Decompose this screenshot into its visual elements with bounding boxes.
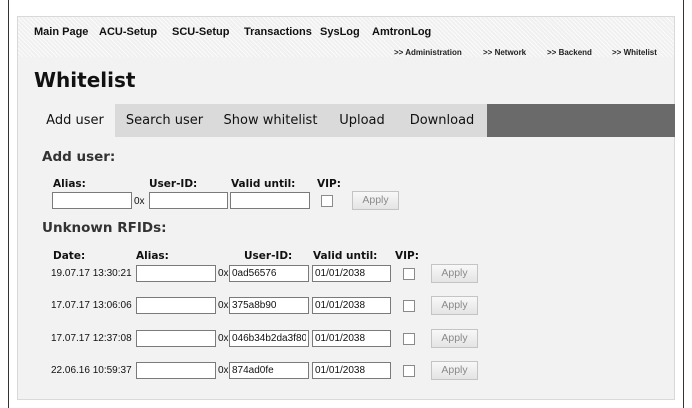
vip-header: VIP: — [395, 250, 419, 262]
subnav-network[interactable]: >> Network — [483, 48, 526, 57]
top-navigation: Main Page ACU-Setup SCU-Setup Transactio… — [18, 17, 674, 57]
row-valid-until-input[interactable] — [312, 362, 391, 379]
nav-main-page[interactable]: Main Page — [34, 26, 88, 38]
row-userid-input[interactable] — [229, 330, 309, 347]
subnav-whitelist[interactable]: >> Whitelist — [612, 48, 657, 57]
table-row: 17.07.17 13:06:06 0x Apply — [18, 295, 674, 317]
row-vip-checkbox[interactable] — [403, 365, 415, 377]
page-title: Whitelist — [34, 68, 136, 92]
row-date: 19.07.17 13:30:21 — [51, 268, 132, 279]
tab-bar: Add user Search user Show whitelist Uplo… — [35, 104, 675, 137]
valid-until-input[interactable] — [230, 192, 310, 209]
nav-scu-setup[interactable]: SCU-Setup — [172, 26, 229, 38]
tab-show-whitelist[interactable]: Show whitelist — [214, 104, 327, 137]
row-userid-input[interactable] — [229, 297, 309, 314]
row-valid-until-input[interactable] — [312, 330, 391, 347]
row-date: 22.06.16 10:59:37 — [51, 365, 132, 376]
row-vip-checkbox[interactable] — [403, 333, 415, 345]
tab-search-user[interactable]: Search user — [115, 104, 214, 137]
row-apply-button[interactable]: Apply — [431, 361, 478, 380]
table-row: 19.07.17 13:30:21 0x Apply — [18, 263, 674, 285]
main-panel: Main Page ACU-Setup SCU-Setup Transactio… — [17, 16, 675, 400]
row-alias-input[interactable] — [136, 362, 216, 379]
row-userid-input[interactable] — [229, 265, 309, 282]
userid-label: User-ID: — [149, 178, 198, 190]
nav-syslog[interactable]: SysLog — [320, 26, 360, 38]
row-valid-until-input[interactable] — [312, 265, 391, 282]
alias-input[interactable] — [52, 192, 132, 209]
nav-transactions[interactable]: Transactions — [244, 26, 312, 38]
row-alias-input[interactable] — [136, 265, 216, 282]
add-user-apply-button[interactable]: Apply — [352, 191, 399, 210]
row-apply-button[interactable]: Apply — [431, 329, 478, 348]
row-userid-prefix: 0x — [218, 365, 229, 376]
add-user-title: Add user: — [42, 149, 116, 165]
vip-label: VIP: — [317, 178, 341, 190]
row-date: 17.07.17 12:37:08 — [51, 333, 132, 344]
row-apply-button[interactable]: Apply — [431, 296, 478, 315]
unknown-rfids-title: Unknown RFIDs: — [42, 220, 167, 236]
table-row: 22.06.16 10:59:37 0x Apply — [18, 360, 674, 382]
row-valid-until-input[interactable] — [312, 297, 391, 314]
row-alias-input[interactable] — [136, 297, 216, 314]
row-userid-prefix: 0x — [218, 268, 229, 279]
nav-amtronlog[interactable]: AmtronLog — [372, 26, 431, 38]
row-apply-button[interactable]: Apply — [431, 264, 478, 283]
vip-checkbox[interactable] — [321, 195, 333, 207]
alias-label: Alias: — [53, 178, 86, 190]
nav-acu-setup[interactable]: ACU-Setup — [99, 26, 157, 38]
tab-upload[interactable]: Upload — [327, 104, 397, 137]
subnav-backend[interactable]: >> Backend — [547, 48, 592, 57]
row-userid-input[interactable] — [229, 362, 309, 379]
date-header: Date: — [53, 250, 86, 262]
userid-header: User-ID: — [244, 250, 293, 262]
alias-header: Alias: — [136, 250, 169, 262]
table-row: 17.07.17 12:37:08 0x Apply — [18, 328, 674, 350]
row-vip-checkbox[interactable] — [403, 300, 415, 312]
valid-until-header: Valid until: — [313, 250, 378, 262]
subnav-administration[interactable]: >> Administration — [394, 48, 462, 57]
row-vip-checkbox[interactable] — [403, 268, 415, 280]
row-date: 17.07.17 13:06:06 — [51, 300, 132, 311]
tab-download[interactable]: Download — [397, 104, 487, 137]
valid-until-label: Valid until: — [231, 178, 296, 190]
userid-input[interactable] — [149, 192, 228, 209]
userid-prefix: 0x — [134, 196, 145, 207]
tab-add-user[interactable]: Add user — [35, 104, 115, 137]
row-userid-prefix: 0x — [218, 300, 229, 311]
row-alias-input[interactable] — [136, 330, 216, 347]
row-userid-prefix: 0x — [218, 333, 229, 344]
